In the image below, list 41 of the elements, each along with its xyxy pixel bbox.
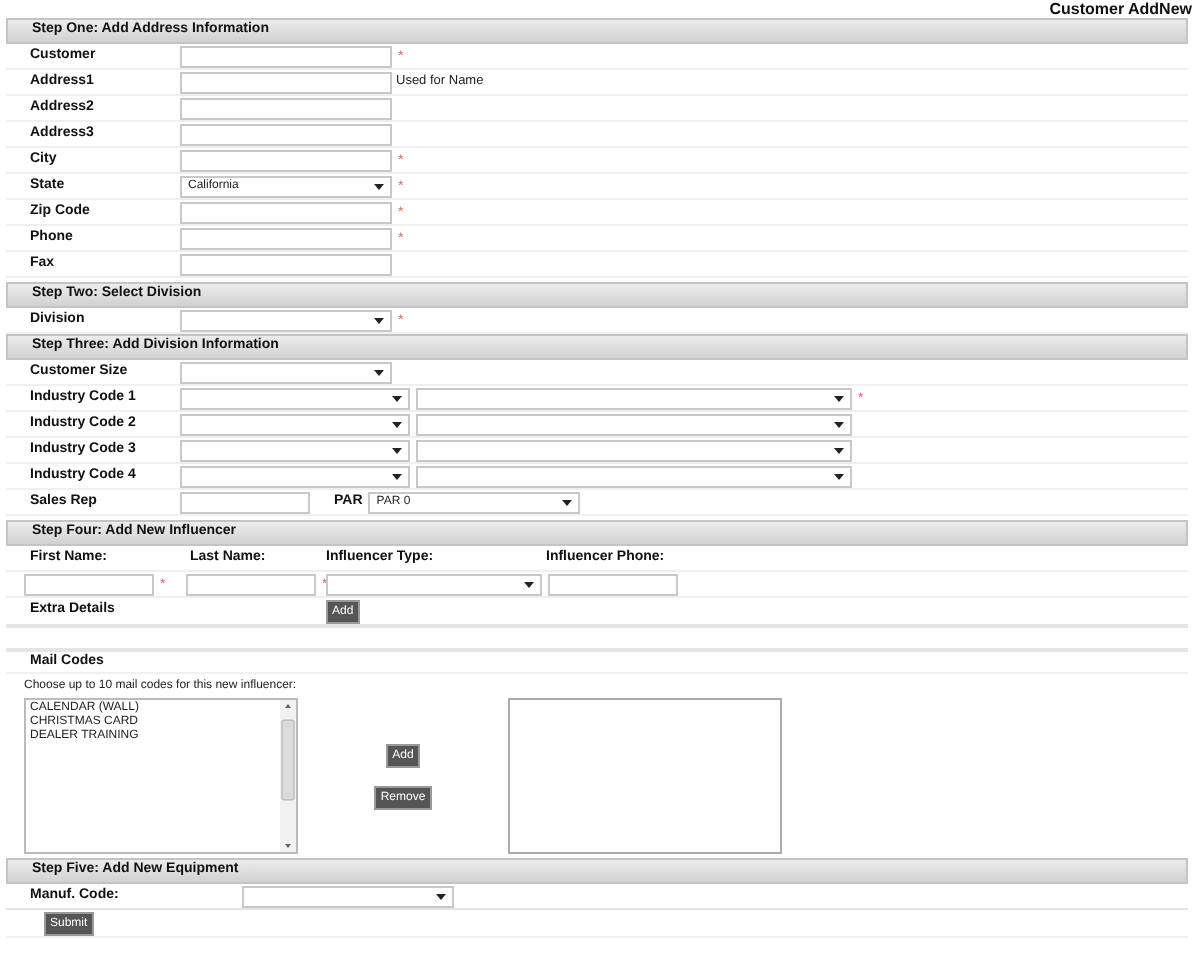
dropdown[interactable]: [416, 387, 852, 409]
caret-icon: [562, 499, 573, 505]
input-field[interactable]: [180, 123, 392, 145]
dropdown[interactable]: [242, 885, 454, 907]
caret-icon: [374, 317, 384, 323]
caret-icon: [834, 395, 844, 401]
caret-icon: [392, 447, 402, 453]
caret-icon: [374, 369, 384, 375]
dropdown[interactable]: [326, 573, 542, 595]
input-field[interactable]: [180, 149, 392, 171]
input-field[interactable]: [180, 201, 392, 223]
dropdown[interactable]: [416, 465, 852, 487]
input-field[interactable]: [180, 45, 392, 67]
caret-icon: [524, 581, 534, 587]
dropdown[interactable]: [180, 465, 410, 487]
caret-icon: [374, 183, 384, 189]
caret-icon: [392, 421, 402, 427]
caret-icon: [834, 447, 844, 453]
scrollbar[interactable]: [280, 700, 296, 852]
input-field[interactable]: [180, 97, 392, 119]
caret-icon: [834, 421, 844, 427]
page-title: Customer AddNew: [1049, 1, 1192, 17]
input-field[interactable]: [180, 227, 392, 249]
input-field[interactable]: [180, 491, 310, 513]
input-field[interactable]: [186, 573, 316, 595]
dropdown[interactable]: [416, 413, 852, 435]
caret-icon: [436, 893, 446, 899]
caret-icon: [392, 473, 402, 479]
dropdown[interactable]: [416, 439, 852, 461]
dropdown[interactable]: [180, 361, 392, 383]
dropdown[interactable]: [180, 309, 392, 331]
list-box[interactable]: [508, 698, 782, 854]
caret-icon: [834, 473, 844, 479]
caret-icon: [392, 395, 402, 401]
dropdown[interactable]: [180, 387, 410, 409]
input-field[interactable]: [180, 71, 392, 93]
input-field[interactable]: [548, 573, 678, 595]
dropdown[interactable]: [180, 439, 410, 461]
dropdown[interactable]: [180, 413, 410, 435]
input-field[interactable]: [180, 253, 392, 275]
input-field[interactable]: [24, 573, 154, 595]
